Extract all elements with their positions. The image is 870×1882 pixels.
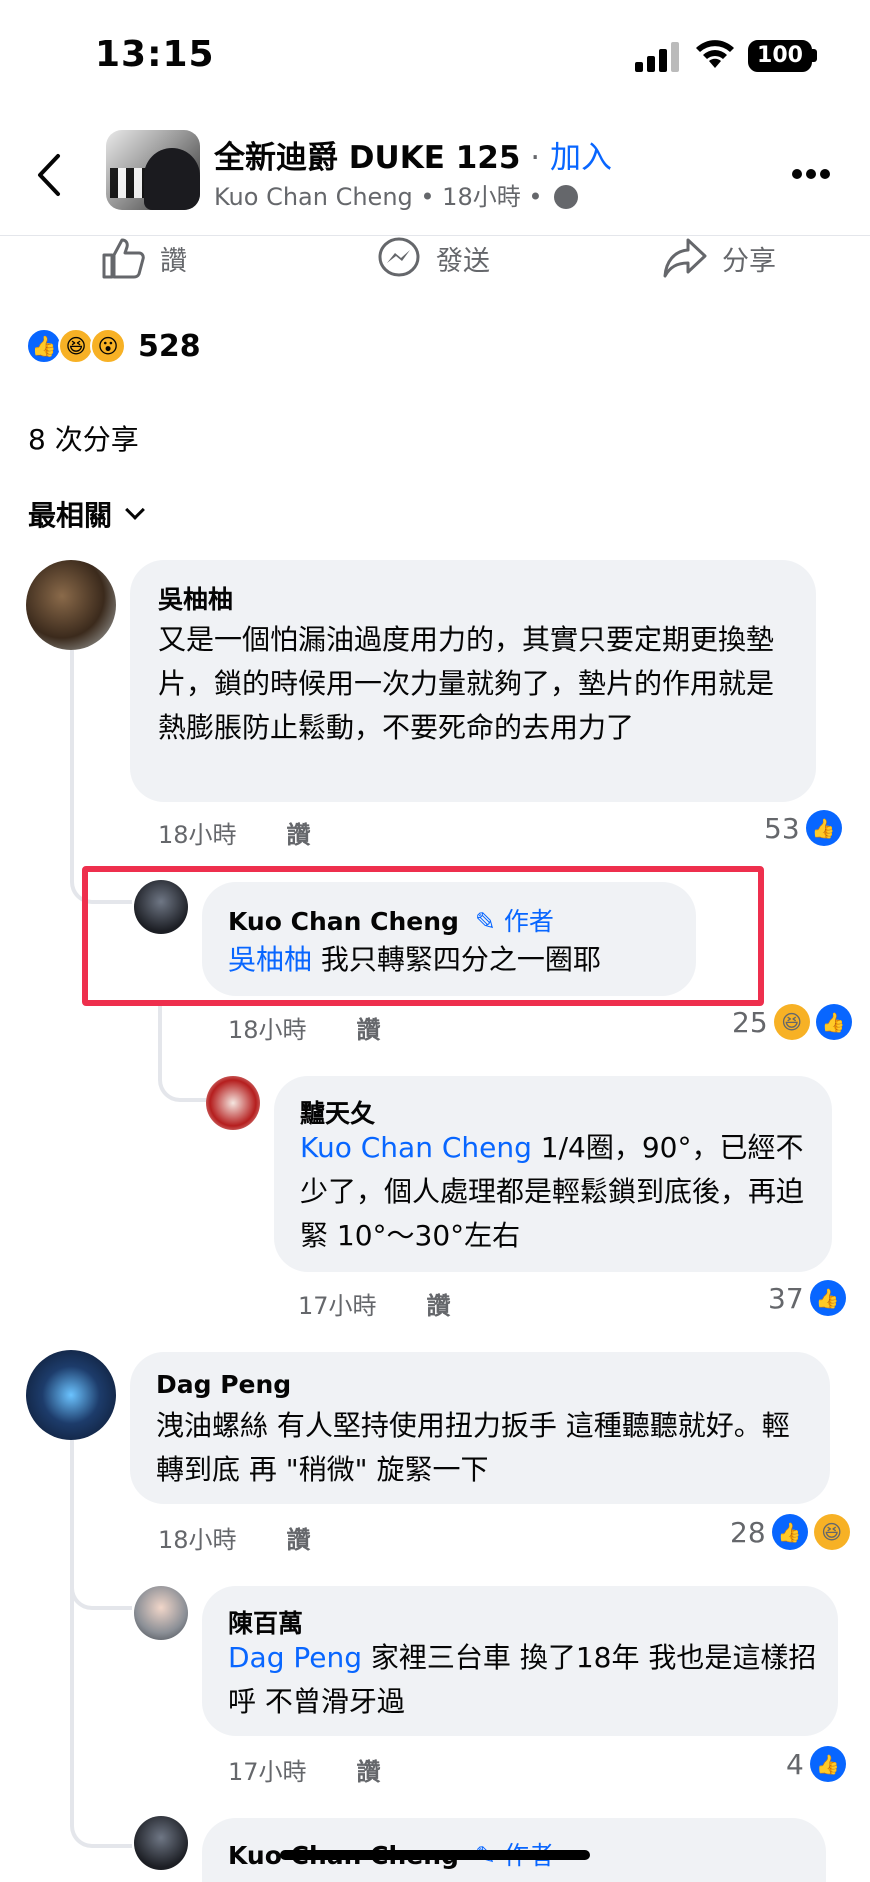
comment-meta: 18小時 讚: [158, 815, 311, 850]
share-arrow-icon: [663, 238, 707, 278]
comment-text: Kuo Chan Cheng 1/4圈，90°，已經不少了，個人處理都是輕鬆鎖到…: [300, 1131, 805, 1252]
battery-tip: [812, 49, 817, 62]
comment-reactions[interactable]: 25 😆 👍: [732, 1004, 852, 1040]
comment-bubble: 陳百萬 Dag Peng 家裡三台車 換了18年 我也是這樣招呼 不曾滑牙過: [202, 1586, 838, 1736]
group-name[interactable]: 全新迪爵 DUKE 125: [214, 140, 520, 176]
like-reaction-icon: 👍: [771, 1514, 808, 1550]
comment-like-button[interactable]: 讚: [357, 1016, 381, 1044]
comment-meta: 18小時讚: [158, 1526, 311, 1554]
comment-bubble: 黸天夂 Kuo Chan Cheng 1/4圈，90°，已經不少了，個人處理都是…: [274, 1076, 832, 1272]
chevron-down-icon: [125, 500, 145, 520]
comment-reactions[interactable]: 28 👍 😆: [730, 1514, 850, 1550]
globe-icon: [554, 185, 579, 209]
comment-like-button[interactable]: 讚: [357, 1758, 381, 1786]
mention-link[interactable]: Kuo Chan Cheng: [300, 1131, 532, 1164]
comment-like-button[interactable]: 讚: [287, 1526, 311, 1554]
haha-reaction-icon: 😆: [813, 1514, 850, 1550]
comment-text: Dag Peng 家裡三台車 換了18年 我也是這樣招呼 不曾滑牙過: [228, 1641, 817, 1718]
comment-reactions[interactable]: 53 👍: [764, 810, 842, 846]
back-arrow-icon[interactable]: [30, 150, 70, 200]
comment-author[interactable]: 陳百萬: [228, 1604, 303, 1640]
more-options-icon[interactable]: [792, 164, 838, 179]
cellular-signal-icon: [635, 42, 679, 72]
comment-author[interactable]: 吳柚柚: [158, 580, 233, 616]
comment-meta: 17小時讚: [298, 1292, 451, 1320]
thread-line: [70, 1740, 132, 1848]
comment-text: 又是一個怕漏油過度用力的，其實只要定期更換墊片，鎖的時候用一次力量就夠了，墊片的…: [158, 623, 775, 744]
comment-reactions[interactable]: 4 👍: [786, 1746, 846, 1782]
avatar[interactable]: [134, 1816, 188, 1870]
status-time: 13:15: [95, 34, 215, 75]
avatar[interactable]: [206, 1076, 260, 1130]
thread-line: [158, 1002, 214, 1102]
comment-like-button[interactable]: 讚: [427, 1292, 451, 1320]
reactions-summary[interactable]: 👍 😆 😮 528: [26, 326, 201, 366]
post-meta: Kuo Chan Cheng • 18小時 •: [214, 177, 579, 212]
like-reaction-icon: 👍: [805, 810, 842, 846]
battery-indicator: 100: [748, 40, 812, 72]
comment-reactions[interactable]: 37 👍: [768, 1280, 846, 1316]
group-title[interactable]: 全新迪爵 DUKE 125 · 加入: [214, 132, 612, 177]
post-author[interactable]: Kuo Chan Cheng: [214, 183, 413, 211]
post-time: • 18小時 •: [412, 183, 543, 211]
sort-selector[interactable]: 最相關: [28, 494, 145, 534]
haha-reaction-icon: 😆: [773, 1004, 810, 1040]
comment-meta: 18小時讚: [228, 1016, 381, 1044]
like-reaction-icon: 👍: [809, 1746, 846, 1782]
share-action[interactable]: 分享: [662, 236, 776, 280]
reactions-count: 528: [138, 328, 201, 364]
comment-text: 洩油螺絲 有人堅持使用扭力扳手 這種聽聽就好。輕轉到底 再 "稍微" 旋緊一下: [156, 1409, 790, 1486]
haha-reaction-icon: 😆: [58, 328, 94, 364]
comment-bubble: 吳柚柚 又是一個怕漏油過度用力的，其實只要定期更換墊片，鎖的時候用一次力量就夠了…: [130, 560, 816, 802]
comment-author[interactable]: Dag Peng: [156, 1370, 291, 1399]
highlight-box: [82, 866, 764, 1006]
comment-meta: 17小時讚: [228, 1758, 381, 1786]
wifi-icon: [696, 40, 734, 68]
join-group-link[interactable]: 加入: [550, 140, 612, 176]
home-indicator: [280, 1850, 590, 1860]
comment-time: 18小時: [158, 821, 237, 849]
avatar[interactable]: [26, 560, 116, 650]
share-count[interactable]: 8 次分享: [28, 418, 139, 458]
comment-author[interactable]: 黸天夂: [300, 1094, 375, 1130]
send-action[interactable]: 發送: [376, 236, 490, 280]
messenger-icon: [378, 237, 420, 277]
wow-reaction-icon: 😮: [90, 328, 126, 364]
mention-link[interactable]: Dag Peng: [228, 1641, 362, 1674]
group-avatar[interactable]: [106, 130, 200, 210]
comment-like-button[interactable]: 讚: [287, 821, 311, 849]
avatar[interactable]: [134, 1586, 188, 1640]
like-reaction-icon: 👍: [809, 1280, 846, 1316]
like-reaction-icon: 👍: [26, 328, 62, 364]
thumbs-up-icon: [102, 238, 145, 279]
like-action[interactable]: 讚: [100, 236, 187, 280]
avatar[interactable]: [26, 1350, 116, 1440]
comment-bubble: Dag Peng 洩油螺絲 有人堅持使用扭力扳手 這種聽聽就好。輕轉到底 再 "…: [130, 1352, 830, 1504]
like-reaction-icon: 👍: [815, 1004, 852, 1040]
thread-line: [70, 1520, 132, 1610]
